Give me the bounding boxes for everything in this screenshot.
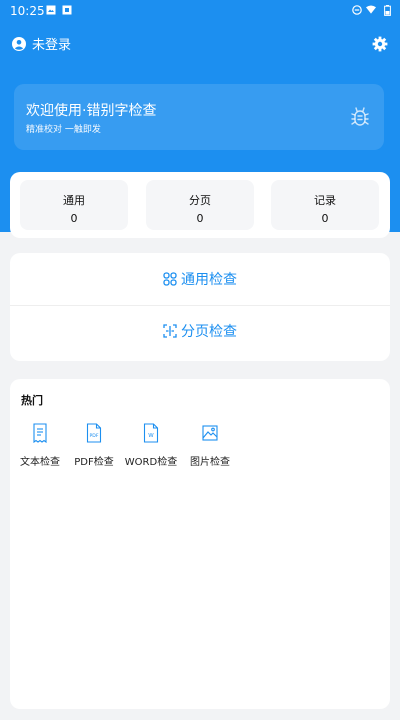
general-check-button[interactable]: 通用检查 — [10, 253, 390, 305]
login-button[interactable]: 未登录 — [12, 34, 71, 53]
split-icon — [163, 324, 177, 338]
image-icon — [46, 5, 56, 15]
svg-text:PDF: PDF — [90, 433, 99, 439]
paged-check-label: 分页检查 — [181, 324, 237, 340]
stat-value: 0 — [70, 212, 78, 225]
gear-icon[interactable] — [372, 36, 388, 52]
pdf-check-item[interactable]: PDF PDF检查 — [62, 423, 126, 473]
word-check-item[interactable]: W WORD检查 — [119, 423, 183, 473]
general-check-label: 通用检查 — [181, 272, 237, 288]
word-icon: W — [143, 423, 159, 443]
welcome-title: 欢迎使用·错别字检查 — [26, 103, 157, 119]
image-icon — [202, 425, 218, 441]
top-bar: 未登录 — [12, 34, 388, 54]
stat-label: 记录 — [314, 194, 336, 207]
image-icon — [62, 5, 72, 15]
hot-section: 热门 文本检查 PDF PDF检查 W WORD检查 图片检查 — [10, 379, 390, 709]
stat-value: 0 — [321, 212, 329, 225]
welcome-subtitle: 精准校对 一触即发 — [26, 125, 101, 135]
grid-icon — [163, 272, 177, 286]
check-actions-card: 通用检查 分页检查 — [10, 253, 390, 361]
hot-title: 热门 — [21, 394, 43, 407]
status-bar: 10:25 — [0, 0, 400, 24]
tool-label: PDF检查 — [74, 457, 114, 468]
do-not-disturb-icon — [352, 5, 362, 15]
stat-general[interactable]: 通用 0 — [20, 180, 128, 230]
stat-paged[interactable]: 分页 0 — [146, 180, 254, 230]
stats-card: 通用 0 分页 0 记录 0 — [10, 172, 390, 238]
stat-records[interactable]: 记录 0 — [271, 180, 379, 230]
user-icon — [12, 36, 26, 51]
image-check-item[interactable]: 图片检查 — [178, 423, 242, 473]
welcome-banner: 欢迎使用·错别字检查 精准校对 一触即发 — [14, 84, 384, 150]
tool-label: 图片检查 — [190, 457, 230, 468]
wifi-icon — [366, 5, 376, 15]
paged-check-button[interactable]: 分页检查 — [10, 305, 390, 357]
stat-value: 0 — [196, 212, 204, 225]
stat-label: 分页 — [189, 194, 211, 207]
text-doc-icon — [33, 423, 47, 443]
tool-label: WORD检查 — [124, 457, 178, 468]
bug-icon — [351, 107, 369, 126]
status-time: 10:25 — [10, 4, 45, 18]
svg-text:W: W — [148, 433, 154, 439]
pdf-icon: PDF — [86, 423, 102, 443]
battery-icon — [382, 4, 392, 16]
login-status-label: 未登录 — [32, 38, 72, 53]
stat-label: 通用 — [63, 194, 85, 207]
